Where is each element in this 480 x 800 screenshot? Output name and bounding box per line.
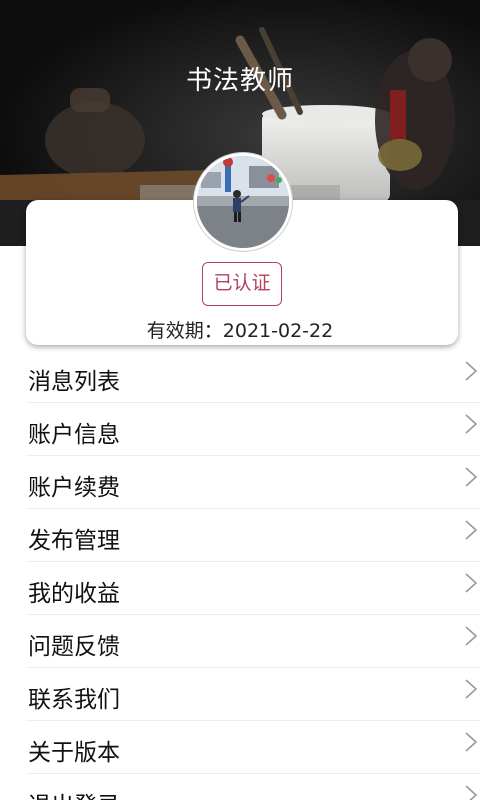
menu-item-contact-us[interactable]: 联系我们 (26, 668, 480, 721)
chevron-right-icon (465, 626, 478, 646)
menu-item-my-earnings[interactable]: 我的收益 (26, 562, 480, 615)
chevron-right-icon (465, 573, 478, 593)
menu-item-logout[interactable]: 退出登录 (26, 774, 480, 800)
chevron-right-icon (465, 785, 478, 800)
menu-item-label: 关于版本 (28, 740, 120, 766)
chevron-right-icon (465, 467, 478, 487)
profile-screen: 书法教师 已认证 有效期：2021-02-22 消息列表 账户信息 账户续费 发… (0, 0, 480, 800)
chevron-right-icon (465, 361, 478, 381)
menu-item-messages[interactable]: 消息列表 (26, 350, 480, 403)
menu-item-about-version[interactable]: 关于版本 (26, 721, 480, 774)
page-title: 书法教师 (185, 66, 294, 96)
menu-item-label: 账户信息 (28, 422, 120, 448)
chevron-right-icon (465, 520, 478, 540)
menu-item-label: 我的收益 (28, 581, 120, 607)
verified-badge: 已认证 (202, 262, 282, 306)
menu-item-label: 账户续费 (28, 475, 120, 501)
menu-item-label: 联系我们 (28, 687, 120, 713)
user-photo (197, 156, 289, 248)
avatar[interactable] (194, 153, 292, 251)
menu-item-label: 发布管理 (28, 528, 120, 554)
menu-item-publish-management[interactable]: 发布管理 (26, 509, 480, 562)
menu-item-account-renewal[interactable]: 账户续费 (26, 456, 480, 509)
chevron-right-icon (465, 414, 478, 434)
menu-item-account-info[interactable]: 账户信息 (26, 403, 480, 456)
chevron-right-icon (465, 732, 478, 752)
expiry-date-text: 有效期：2021-02-22 (146, 320, 334, 342)
menu-item-label: 消息列表 (28, 369, 120, 395)
menu-item-label: 退出登录 (28, 786, 120, 800)
chevron-right-icon (465, 679, 478, 699)
menu-item-label: 问题反馈 (28, 634, 120, 660)
menu-list: 消息列表 账户信息 账户续费 发布管理 我的收益 问题反馈 联系我们 关于版本 (26, 350, 480, 800)
menu-item-feedback[interactable]: 问题反馈 (26, 615, 480, 668)
